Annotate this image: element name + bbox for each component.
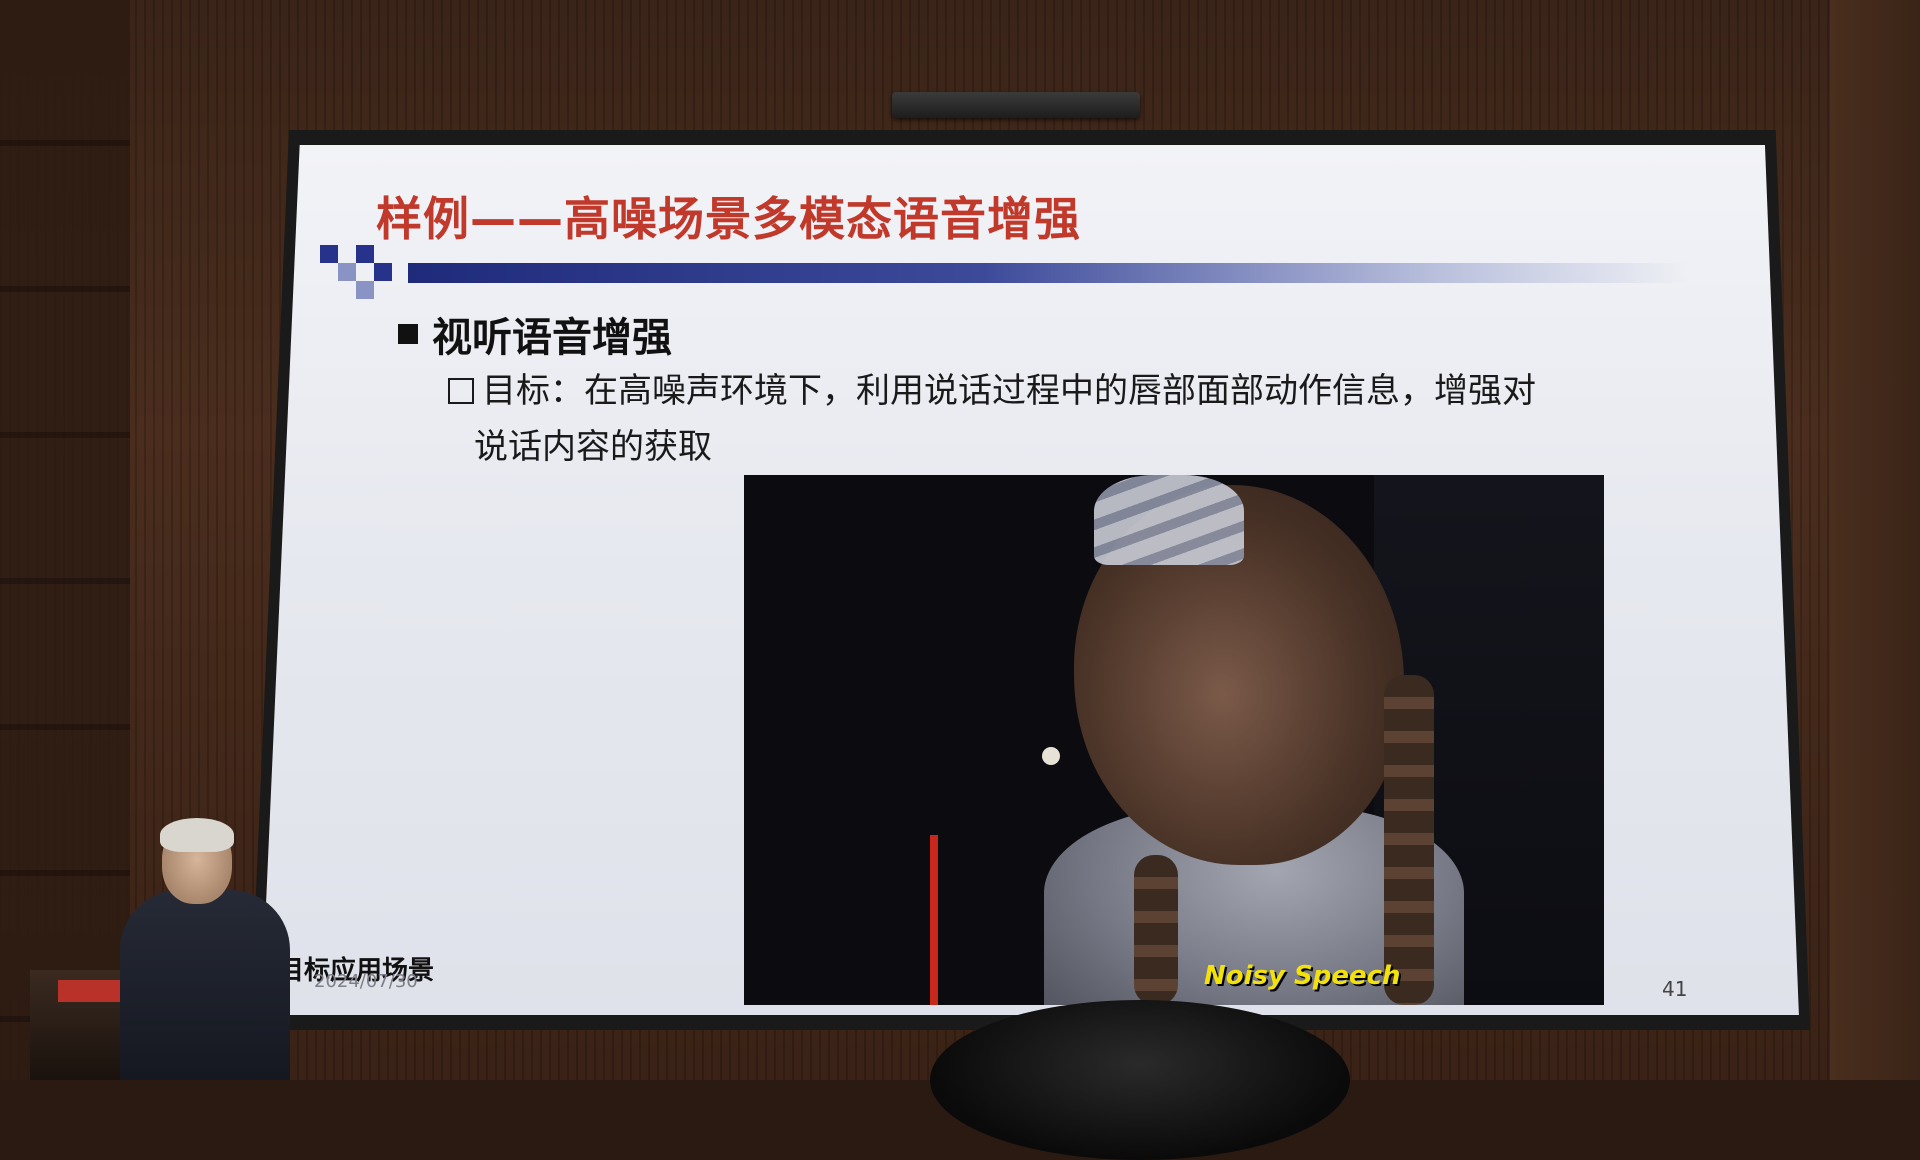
projection-screen: 样例——高噪场景多模态语音增强 视听语音增强 目标：在高噪声环境下，利用说话过程… xyxy=(261,145,1799,1015)
podium-name-plate xyxy=(58,980,120,1002)
audience-head xyxy=(930,1000,1350,1160)
video-caption: Noisy Speech xyxy=(1204,961,1401,991)
bullet-level1: 视听语音增强 xyxy=(398,305,672,363)
slide-page-number: 41 xyxy=(1662,977,1688,1001)
deco-square xyxy=(320,245,338,263)
presenter-body xyxy=(120,890,290,1080)
deco-square xyxy=(356,281,374,299)
video-frame: Noisy Speech xyxy=(744,475,1604,1005)
video-red-stripe xyxy=(930,835,938,1005)
title-underline-bar xyxy=(408,263,1688,283)
bullet-square-icon xyxy=(398,324,418,344)
presenter-hair xyxy=(160,818,234,852)
wall-right-panel xyxy=(1830,0,1920,1080)
deco-square xyxy=(338,263,356,281)
bullet-level2: 目标：在高噪声环境下，利用说话过程中的唇部面部动作信息，增强对 说话内容的获取 xyxy=(448,363,1598,475)
deco-square xyxy=(374,263,392,281)
checkbox-bullet-icon xyxy=(448,378,474,404)
headband xyxy=(1094,475,1244,565)
bullet-level2-line2: 说话内容的获取 xyxy=(474,427,712,467)
hair-braid xyxy=(1134,855,1178,1005)
hair-braid xyxy=(1384,675,1434,1005)
headset-mic-icon xyxy=(1042,747,1060,765)
slide-title: 样例——高噪场景多模态语音增强 xyxy=(376,192,1081,246)
bullet-level2-line1: 目标：在高噪声环境下，利用说话过程中的唇部面部动作信息，增强对 xyxy=(482,371,1536,411)
wall-left-panel xyxy=(0,0,130,1080)
slide-date: 2024/07/30 xyxy=(314,971,418,992)
projector-bar xyxy=(892,92,1140,118)
deco-square xyxy=(356,245,374,263)
bullet-level1-text: 视听语音增强 xyxy=(432,315,672,361)
